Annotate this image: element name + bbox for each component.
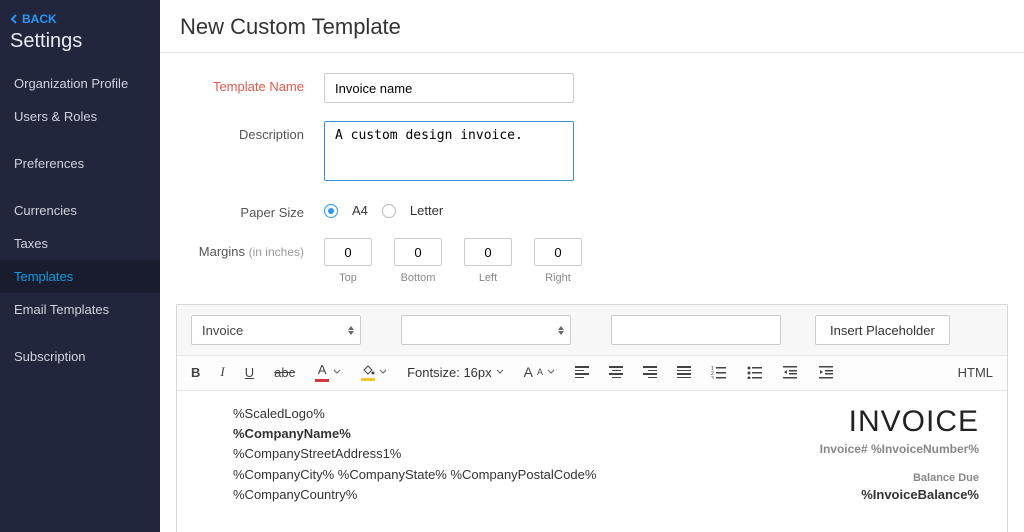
margin-bottom-label: Bottom xyxy=(401,272,436,284)
outdent-button[interactable] xyxy=(783,365,799,379)
margin-top-label: Top xyxy=(339,272,357,284)
bold-button[interactable]: B xyxy=(191,365,200,380)
align-right-icon xyxy=(643,366,657,378)
sidebar-item-organization-profile[interactable]: Organization Profile xyxy=(0,67,160,100)
outdent-icon xyxy=(783,365,799,379)
template-name-input[interactable] xyxy=(324,73,574,103)
font-color-button[interactable]: A xyxy=(315,362,341,382)
sidebar: BACK Settings Organization Profile Users… xyxy=(0,0,160,532)
paint-bucket-icon xyxy=(361,364,375,376)
chevron-down-icon xyxy=(496,369,504,375)
html-source-button[interactable]: HTML xyxy=(958,365,993,380)
placeholder-scaled-logo: %ScaledLogo% xyxy=(233,405,596,423)
indent-button[interactable] xyxy=(819,365,835,379)
align-left-button[interactable] xyxy=(575,366,589,378)
ordered-list-button[interactable]: 123 xyxy=(711,365,727,379)
insert-placeholder-button[interactable]: Insert Placeholder xyxy=(815,315,950,345)
sidebar-item-subscription[interactable]: Subscription xyxy=(0,340,160,373)
align-center-button[interactable] xyxy=(609,366,623,378)
margin-bottom-input[interactable] xyxy=(394,238,442,266)
placeholder-company-street: %CompanyStreetAddress1% xyxy=(233,445,596,463)
invoice-heading: INVOICE xyxy=(820,405,979,439)
margin-right-label: Right xyxy=(545,272,571,284)
chevron-down-icon xyxy=(333,369,341,375)
margin-top-input[interactable] xyxy=(324,238,372,266)
placeholder-category-select[interactable] xyxy=(401,315,571,345)
back-link[interactable]: BACK xyxy=(0,6,160,28)
align-justify-button[interactable] xyxy=(677,366,691,378)
align-center-icon xyxy=(609,366,623,378)
align-right-button[interactable] xyxy=(643,366,657,378)
italic-button[interactable]: I xyxy=(220,364,224,380)
sidebar-item-users-roles[interactable]: Users & Roles xyxy=(0,100,160,133)
sidebar-item-email-templates[interactable]: Email Templates xyxy=(0,293,160,326)
sidebar-item-taxes[interactable]: Taxes xyxy=(0,227,160,260)
paper-size-a4-radio[interactable] xyxy=(324,204,338,218)
editor-canvas[interactable]: %ScaledLogo% %CompanyName% %CompanyStree… xyxy=(177,391,1007,532)
balance-due-label: Balance Due xyxy=(820,472,979,484)
placeholder-search-input[interactable] xyxy=(611,315,781,345)
paper-size-label: Paper Size xyxy=(184,199,324,220)
main-content: New Custom Template Template Name Descri… xyxy=(160,0,1024,532)
unordered-list-icon xyxy=(747,365,763,379)
description-label: Description xyxy=(184,121,324,142)
page-title: New Custom Template xyxy=(160,0,1024,53)
indent-icon xyxy=(819,365,835,379)
paper-size-letter-label: Letter xyxy=(410,203,443,218)
font-scale-button[interactable]: AA xyxy=(524,364,555,380)
highlight-color-button[interactable] xyxy=(361,364,387,381)
paper-size-a4-label: A4 xyxy=(352,203,368,218)
margin-right-input[interactable] xyxy=(534,238,582,266)
settings-title: Settings xyxy=(0,28,160,67)
margins-label: Margins (in inches) xyxy=(184,238,324,259)
paper-size-letter-radio[interactable] xyxy=(382,204,396,218)
template-type-select[interactable]: Invoice xyxy=(191,315,361,345)
align-left-icon xyxy=(575,366,589,378)
svg-text:3: 3 xyxy=(711,376,714,379)
unordered-list-button[interactable] xyxy=(747,365,763,379)
form-area: Template Name Description A custom desig… xyxy=(160,53,1024,304)
sidebar-item-currencies[interactable]: Currencies xyxy=(0,194,160,227)
placeholder-invoice-balance: %InvoiceBalance% xyxy=(820,487,979,502)
placeholder-invoice-number: Invoice# %InvoiceNumber% xyxy=(820,442,979,456)
chevron-left-icon xyxy=(10,14,18,24)
font-size-select[interactable]: Fontsize: 16px xyxy=(407,365,504,380)
description-textarea[interactable]: A custom design invoice. xyxy=(324,121,574,181)
sidebar-item-preferences[interactable]: Preferences xyxy=(0,147,160,180)
align-justify-icon xyxy=(677,366,691,378)
back-label: BACK xyxy=(22,12,57,26)
chevron-down-icon xyxy=(379,369,387,375)
editor: Invoice Insert Placeholder B I U abc xyxy=(176,304,1008,532)
sidebar-item-templates[interactable]: Templates xyxy=(0,260,160,293)
strikethrough-button[interactable]: abc xyxy=(274,365,295,380)
placeholder-company-country: %CompanyCountry% xyxy=(233,486,596,504)
chevron-updown-icon xyxy=(348,326,354,335)
ordered-list-icon: 123 xyxy=(711,365,727,379)
template-name-label: Template Name xyxy=(184,73,324,94)
template-type-select-value: Invoice xyxy=(202,323,243,338)
margin-left-input[interactable] xyxy=(464,238,512,266)
chevron-updown-icon xyxy=(558,326,564,335)
underline-button[interactable]: U xyxy=(245,365,254,380)
margin-left-label: Left xyxy=(479,272,497,284)
placeholder-company-city-state-zip: %CompanyCity% %CompanyState% %CompanyPos… xyxy=(233,466,596,484)
placeholder-company-name: %CompanyName% xyxy=(233,425,596,443)
chevron-down-icon xyxy=(547,369,555,375)
